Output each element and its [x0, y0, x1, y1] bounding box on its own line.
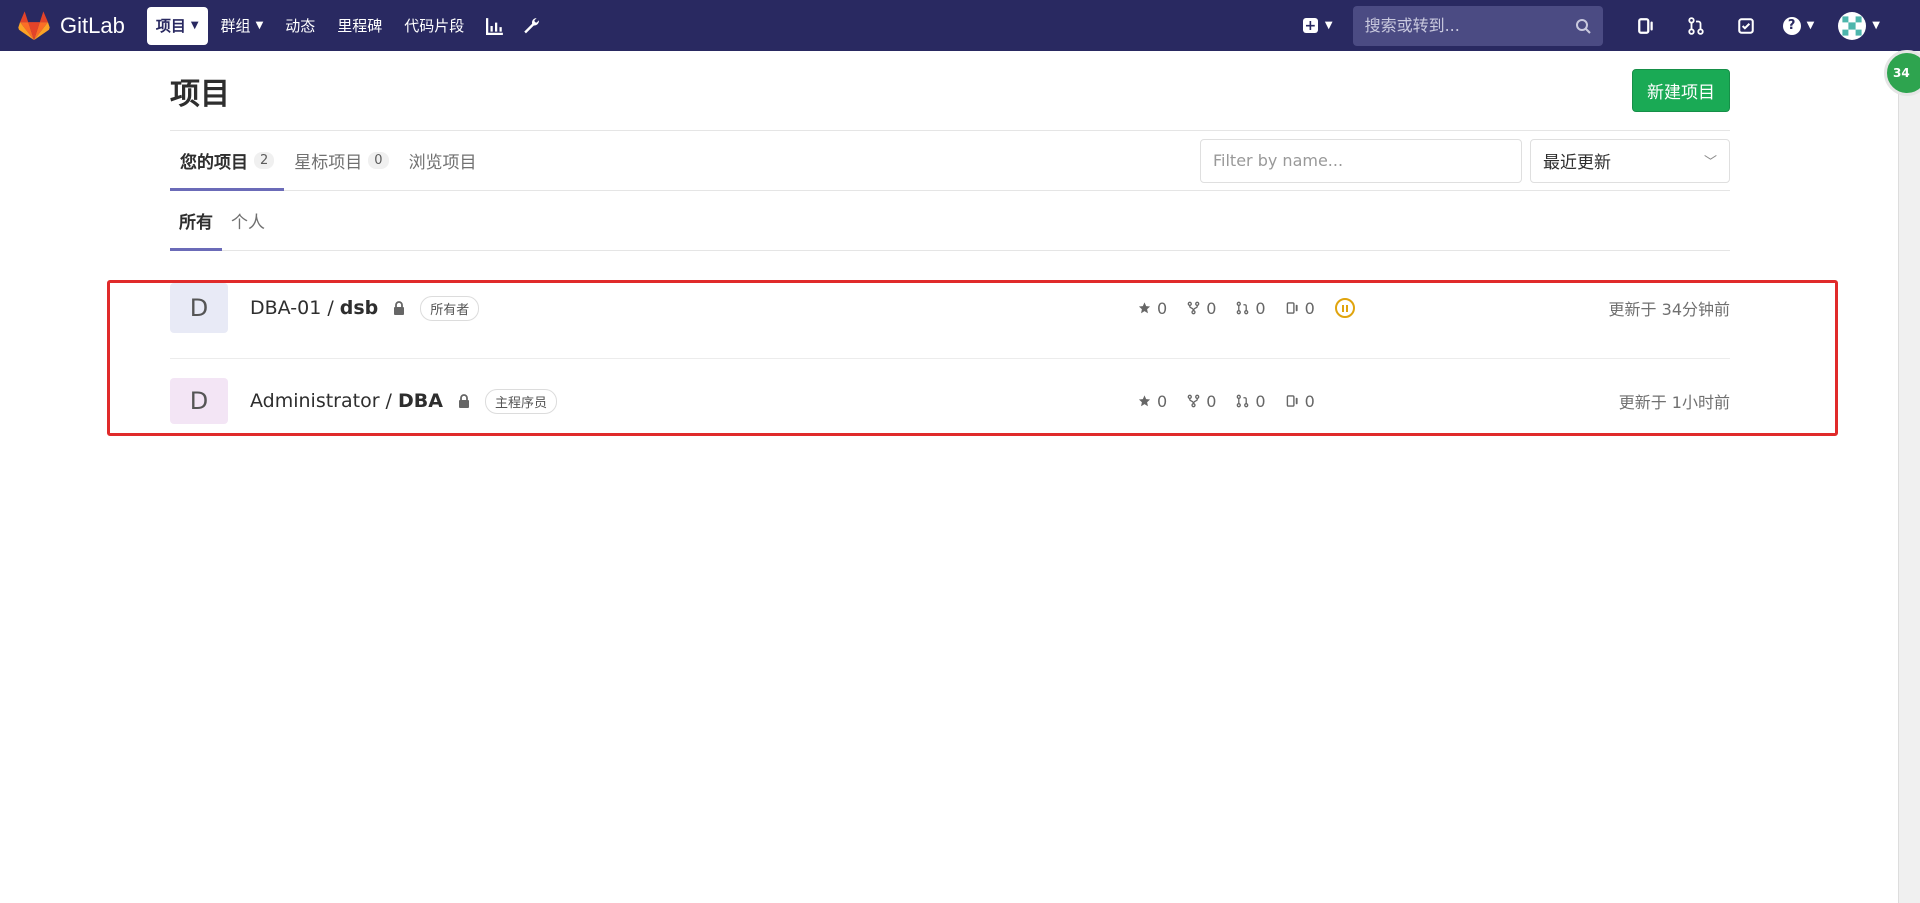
tab-explore-projects[interactable]: 浏览项目: [399, 131, 487, 190]
admin-wrench-icon[interactable]: [513, 7, 549, 45]
new-dropdown-button[interactable]: + ▼: [1302, 17, 1333, 34]
count-badge: 0: [368, 152, 389, 169]
chevron-down-icon: ▼: [1324, 20, 1333, 31]
new-project-button[interactable]: 新建项目: [1632, 69, 1730, 112]
floating-badge-label: 34: [1893, 66, 1910, 80]
todos-button[interactable]: [1721, 6, 1771, 46]
tab-label: 您的项目: [180, 153, 248, 173]
nav-activity[interactable]: 动态: [276, 7, 324, 45]
sort-dropdown[interactable]: 最近更新 ﹀: [1530, 138, 1730, 183]
chevron-down-icon: ▼: [190, 20, 199, 31]
filter-by-name-input[interactable]: [1200, 138, 1522, 183]
subtab-all[interactable]: 所有: [170, 191, 222, 251]
issues-button[interactable]: [1621, 6, 1671, 46]
tab-your-projects[interactable]: 您的项目 2: [170, 131, 285, 191]
search-box[interactable]: [1352, 5, 1603, 46]
chevron-down-icon: ▼: [1872, 20, 1880, 31]
tab-starred-projects[interactable]: 星标项目 0: [284, 131, 398, 190]
help-icon: ?: [1782, 16, 1801, 35]
nav-milestones[interactable]: 里程碑: [328, 7, 391, 45]
search-input[interactable]: [1364, 16, 1575, 35]
merge-request-icon: [1687, 16, 1704, 35]
project-filters: 最近更新 ﹀: [1200, 131, 1730, 190]
issues-icon: [1637, 17, 1653, 34]
floating-badge[interactable]: 34: [1884, 50, 1920, 96]
chart-icon: [486, 17, 504, 35]
nav-projects-label: 项目: [155, 17, 186, 35]
project-tabs: 您的项目 2 星标项目 0 浏览项目: [170, 131, 487, 191]
chevron-down-icon: ▼: [1806, 20, 1815, 31]
subtab-personal[interactable]: 个人: [222, 191, 274, 250]
avatar: [1838, 11, 1867, 40]
plus-icon: +: [1302, 17, 1318, 34]
tab-label: 星标项目: [294, 153, 363, 173]
tab-label: 浏览项目: [408, 153, 477, 173]
nav-activity-label: 动态: [285, 17, 316, 35]
nav-groups[interactable]: 群组 ▼: [212, 7, 273, 45]
chevron-down-icon: ﹀: [1703, 155, 1717, 170]
top-navbar: GitLab 项目 ▼ 群组 ▼ 动态 里程碑 代码片段 + ▼ 搜索或转到..…: [0, 0, 1920, 51]
nav-projects[interactable]: 项目 ▼: [146, 6, 208, 45]
sort-selected-value: 最近更新: [1543, 153, 1611, 173]
ownership-subtabs: 所有 个人: [170, 191, 1730, 251]
project-tabs-bar: 您的项目 2 星标项目 0 浏览项目 最近更新 ﹀: [170, 131, 1730, 191]
page-header: 项目 新建项目: [170, 51, 1730, 131]
nav-snippets-label: 代码片段: [404, 17, 465, 35]
count-badge: 2: [254, 152, 275, 169]
nav-milestones-label: 里程碑: [337, 17, 383, 35]
annotation-highlight-box: [107, 280, 1838, 436]
merge-requests-button[interactable]: [1671, 6, 1721, 46]
scrollbar[interactable]: [1898, 51, 1920, 903]
gitlab-logo[interactable]: GitLab: [18, 10, 125, 41]
help-dropdown-button[interactable]: ? ▼: [1782, 16, 1815, 35]
page-title: 项目: [170, 76, 230, 112]
nav-groups-label: 群组: [220, 17, 251, 35]
nav-snippets[interactable]: 代码片段: [395, 7, 473, 45]
brand-name: GitLab: [60, 12, 125, 38]
wrench-icon: [524, 17, 540, 33]
main-content: 项目 新建项目 您的项目 2 星标项目 0 浏览项目 最近更新 ﹀ 所有: [170, 51, 1730, 251]
analytics-chart-icon[interactable]: [477, 7, 513, 45]
search-icon: [1575, 18, 1591, 34]
todo-icon: [1737, 17, 1754, 34]
gitlab-fox-icon: [18, 10, 50, 40]
identicon-icon: [1842, 15, 1862, 36]
user-menu-button[interactable]: ▼: [1838, 11, 1880, 40]
chevron-down-icon: ▼: [255, 20, 264, 31]
